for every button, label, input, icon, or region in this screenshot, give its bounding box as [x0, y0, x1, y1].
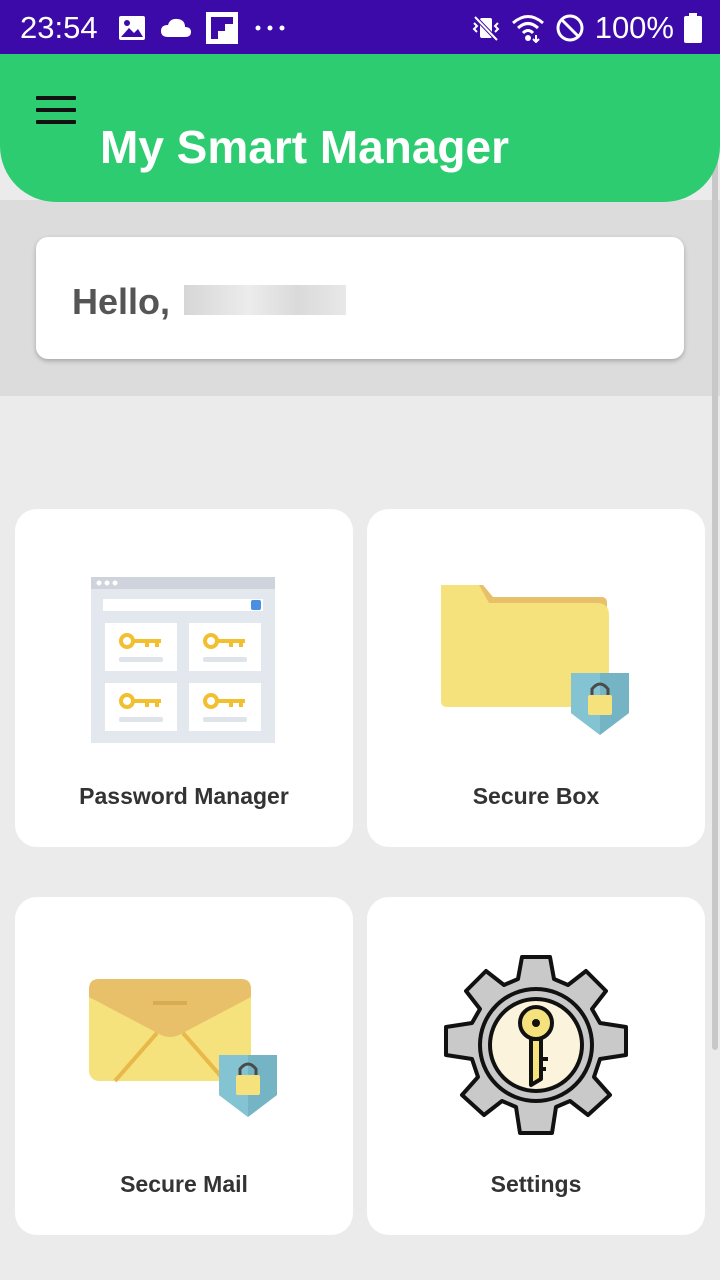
status-time: 23:54 — [20, 10, 98, 45]
greeting-card: Hello, — [36, 237, 684, 359]
settings-gear-key-icon — [444, 955, 628, 1135]
status-left-icons — [118, 12, 288, 44]
redacted-user-name — [184, 285, 346, 315]
do-not-disturb-icon — [556, 14, 584, 42]
password-manager-icon — [91, 577, 275, 743]
wifi-icon — [511, 15, 544, 43]
settings-tile[interactable]: Settings — [367, 897, 705, 1235]
app-title: My Smart Manager — [100, 121, 510, 173]
status-right-icons: 100% — [471, 10, 702, 46]
more-dots-icon — [255, 25, 285, 31]
greeting-text: Hello, — [72, 281, 171, 322]
settings-label: Settings — [490, 1171, 582, 1197]
scrollbar[interactable] — [712, 60, 718, 1050]
vibrate-icon — [472, 15, 500, 42]
cloud-icon — [161, 18, 191, 37]
greeting-section: Hello, — [0, 200, 720, 396]
hamburger-menu-icon[interactable] — [34, 94, 78, 128]
secure-box-tile[interactable]: Secure Box — [367, 509, 705, 847]
secure-mail-icon — [89, 979, 277, 1117]
status-bar: 23:54 100% — [0, 0, 720, 54]
battery-percentage: 100% — [594, 10, 674, 45]
password-manager-label: Password Manager — [79, 783, 289, 809]
secure-box-label: Secure Box — [472, 783, 600, 809]
battery-icon — [684, 13, 702, 43]
secure-folder-icon — [441, 585, 629, 735]
flipboard-icon — [206, 12, 238, 44]
app-bar: My Smart Manager — [0, 54, 720, 202]
secure-mail-label: Secure Mail — [120, 1171, 248, 1197]
gallery-icon — [119, 16, 145, 40]
password-manager-tile[interactable]: Password Manager — [15, 509, 353, 847]
secure-mail-tile[interactable]: Secure Mail — [15, 897, 353, 1235]
